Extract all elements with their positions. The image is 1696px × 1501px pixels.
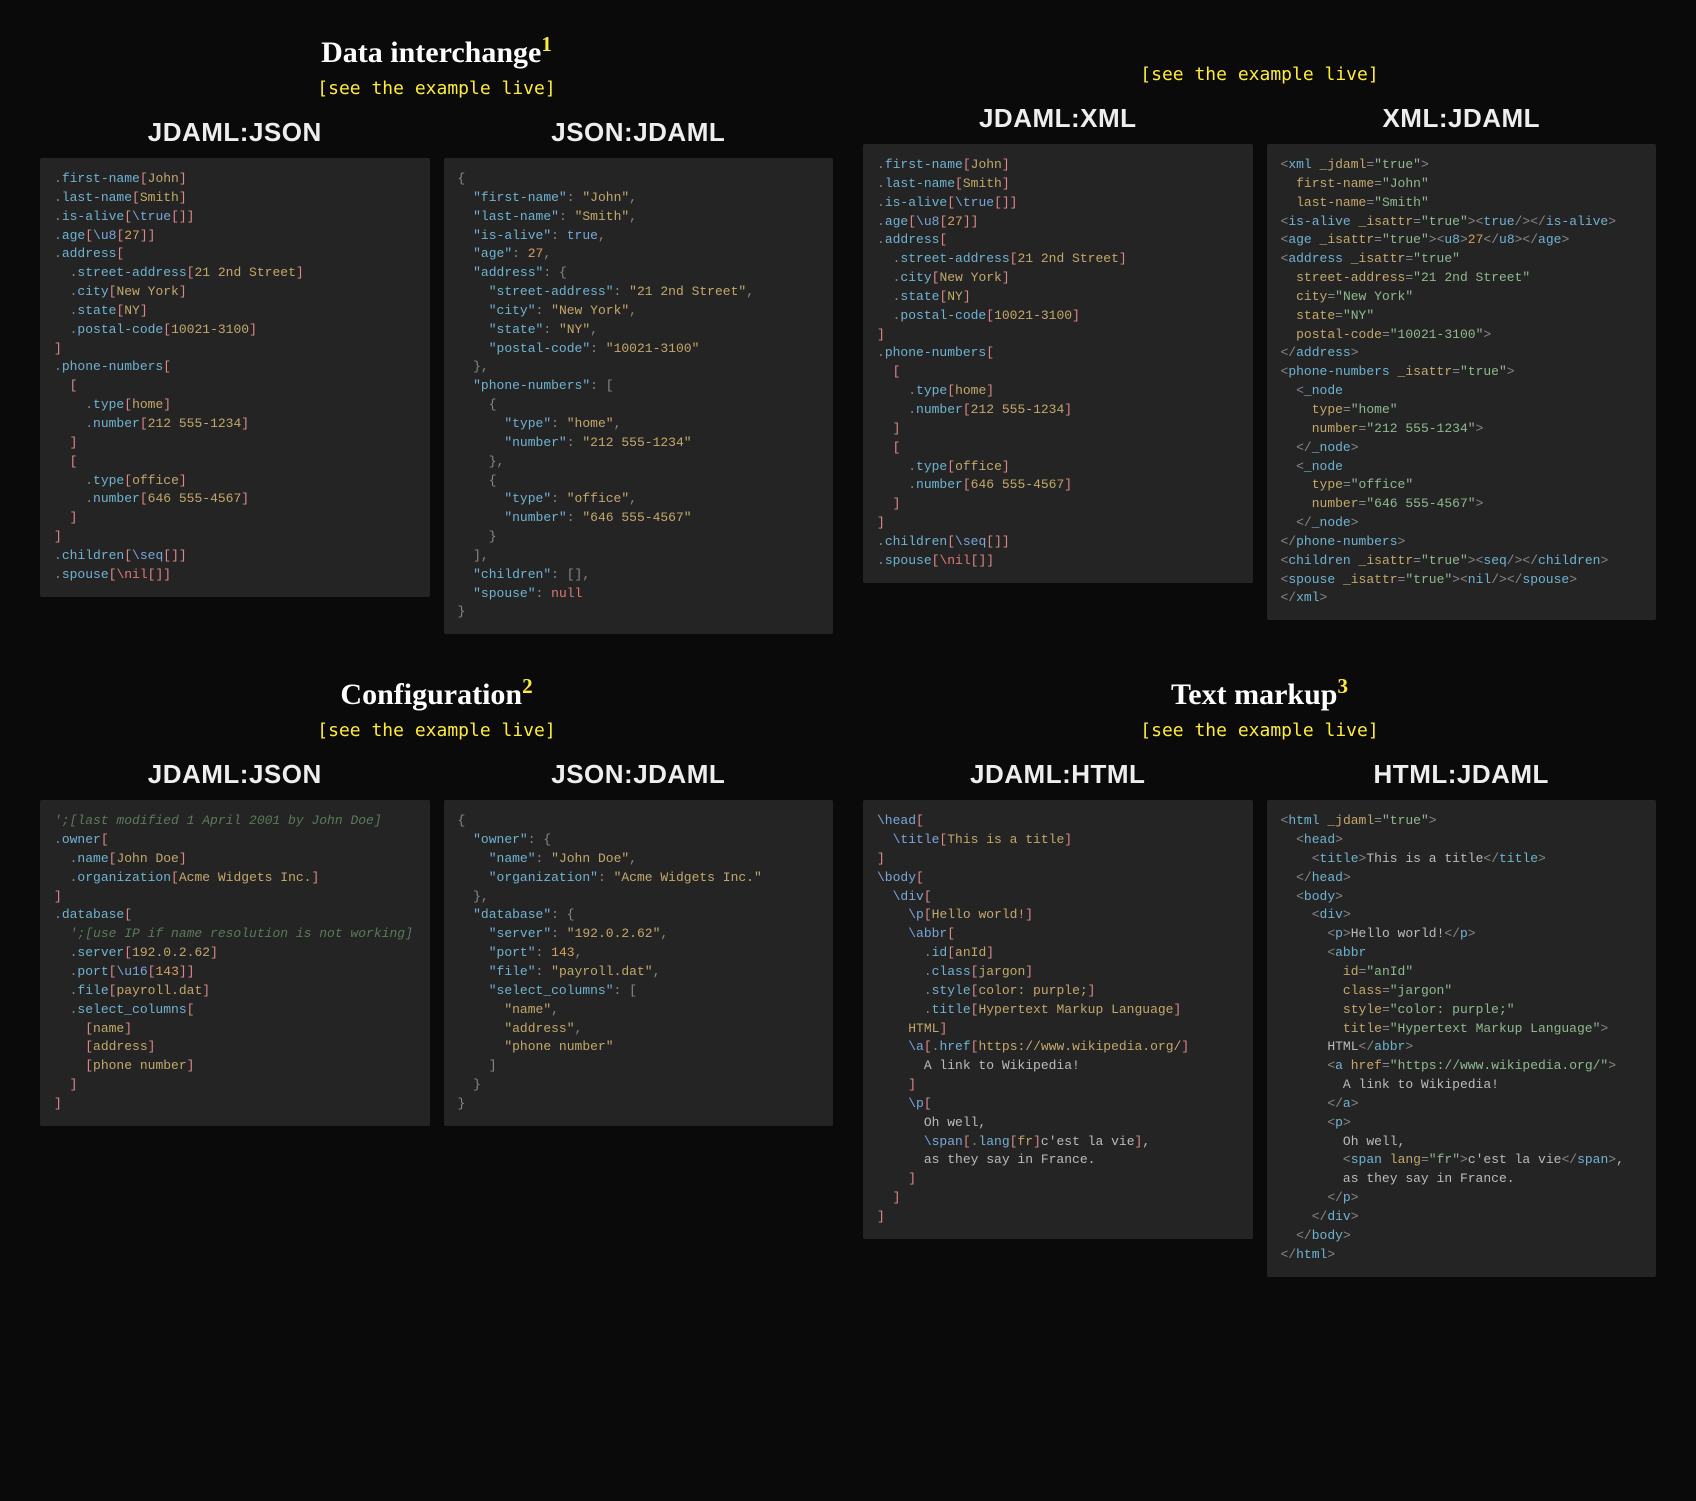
footnote-3: 3 xyxy=(1337,674,1348,698)
footnote-2: 2 xyxy=(522,674,533,698)
code-json-jdaml-1: { "first-name": "John", "last-name": "Sm… xyxy=(444,158,834,634)
footnote-1: 1 xyxy=(541,32,552,56)
see-live-link-3[interactable]: [see the example live] xyxy=(40,720,833,741)
heading-text: Configuration xyxy=(340,678,522,711)
col-jdaml-json: JDAML:JSON xyxy=(40,117,430,148)
code-jdaml-html: \head[ \title[This is a title] ] \body[ … xyxy=(863,800,1253,1239)
col-html-jdaml: HTML:JDAML xyxy=(1267,759,1657,790)
see-live-link-2[interactable]: [see the example live] xyxy=(863,64,1656,85)
col-jdaml-html: JDAML:HTML xyxy=(863,759,1253,790)
code-json-jdaml-2: { "owner": { "name": "John Doe", "organi… xyxy=(444,800,834,1126)
heading-text: Text markup xyxy=(1171,678,1337,711)
code-html-jdaml: <html _jdaml="true"> <head> <title>This … xyxy=(1267,800,1657,1276)
col-jdaml-xml: JDAML:XML xyxy=(863,103,1253,134)
code-xml-jdaml: <xml _jdaml="true"> first-name="John" la… xyxy=(1267,144,1657,620)
see-live-link-4[interactable]: [see the example live] xyxy=(863,720,1656,741)
col-jdaml-json-2: JDAML:JSON xyxy=(40,759,430,790)
heading-configuration: Configuration2 xyxy=(40,674,833,712)
code-jdaml-json-2: ';[last modified 1 April 2001 by John Do… xyxy=(40,800,430,1126)
data-interchange-left-group: Data interchange1 [see the example live]… xyxy=(40,20,833,634)
text-markup-group: Text markup3 [see the example live] JDAM… xyxy=(863,662,1656,1276)
heading-data-interchange: Data interchange1 xyxy=(40,32,833,70)
code-jdaml-xml: .first-name[John] .last-name[Smith] .is-… xyxy=(863,144,1253,583)
configuration-group: Configuration2 [see the example live] JD… xyxy=(40,662,833,1276)
see-live-link-1[interactable]: [see the example live] xyxy=(40,78,833,99)
heading-text-markup: Text markup3 xyxy=(863,674,1656,712)
data-interchange-right-group: [see the example live] JDAML:XML .first-… xyxy=(863,20,1656,634)
col-json-jdaml: JSON:JDAML xyxy=(444,117,834,148)
col-json-jdaml-2: JSON:JDAML xyxy=(444,759,834,790)
heading-text: Data interchange xyxy=(321,36,541,69)
code-jdaml-json-1: .first-name[John] .last-name[Smith] .is-… xyxy=(40,158,430,597)
col-xml-jdaml: XML:JDAML xyxy=(1267,103,1657,134)
